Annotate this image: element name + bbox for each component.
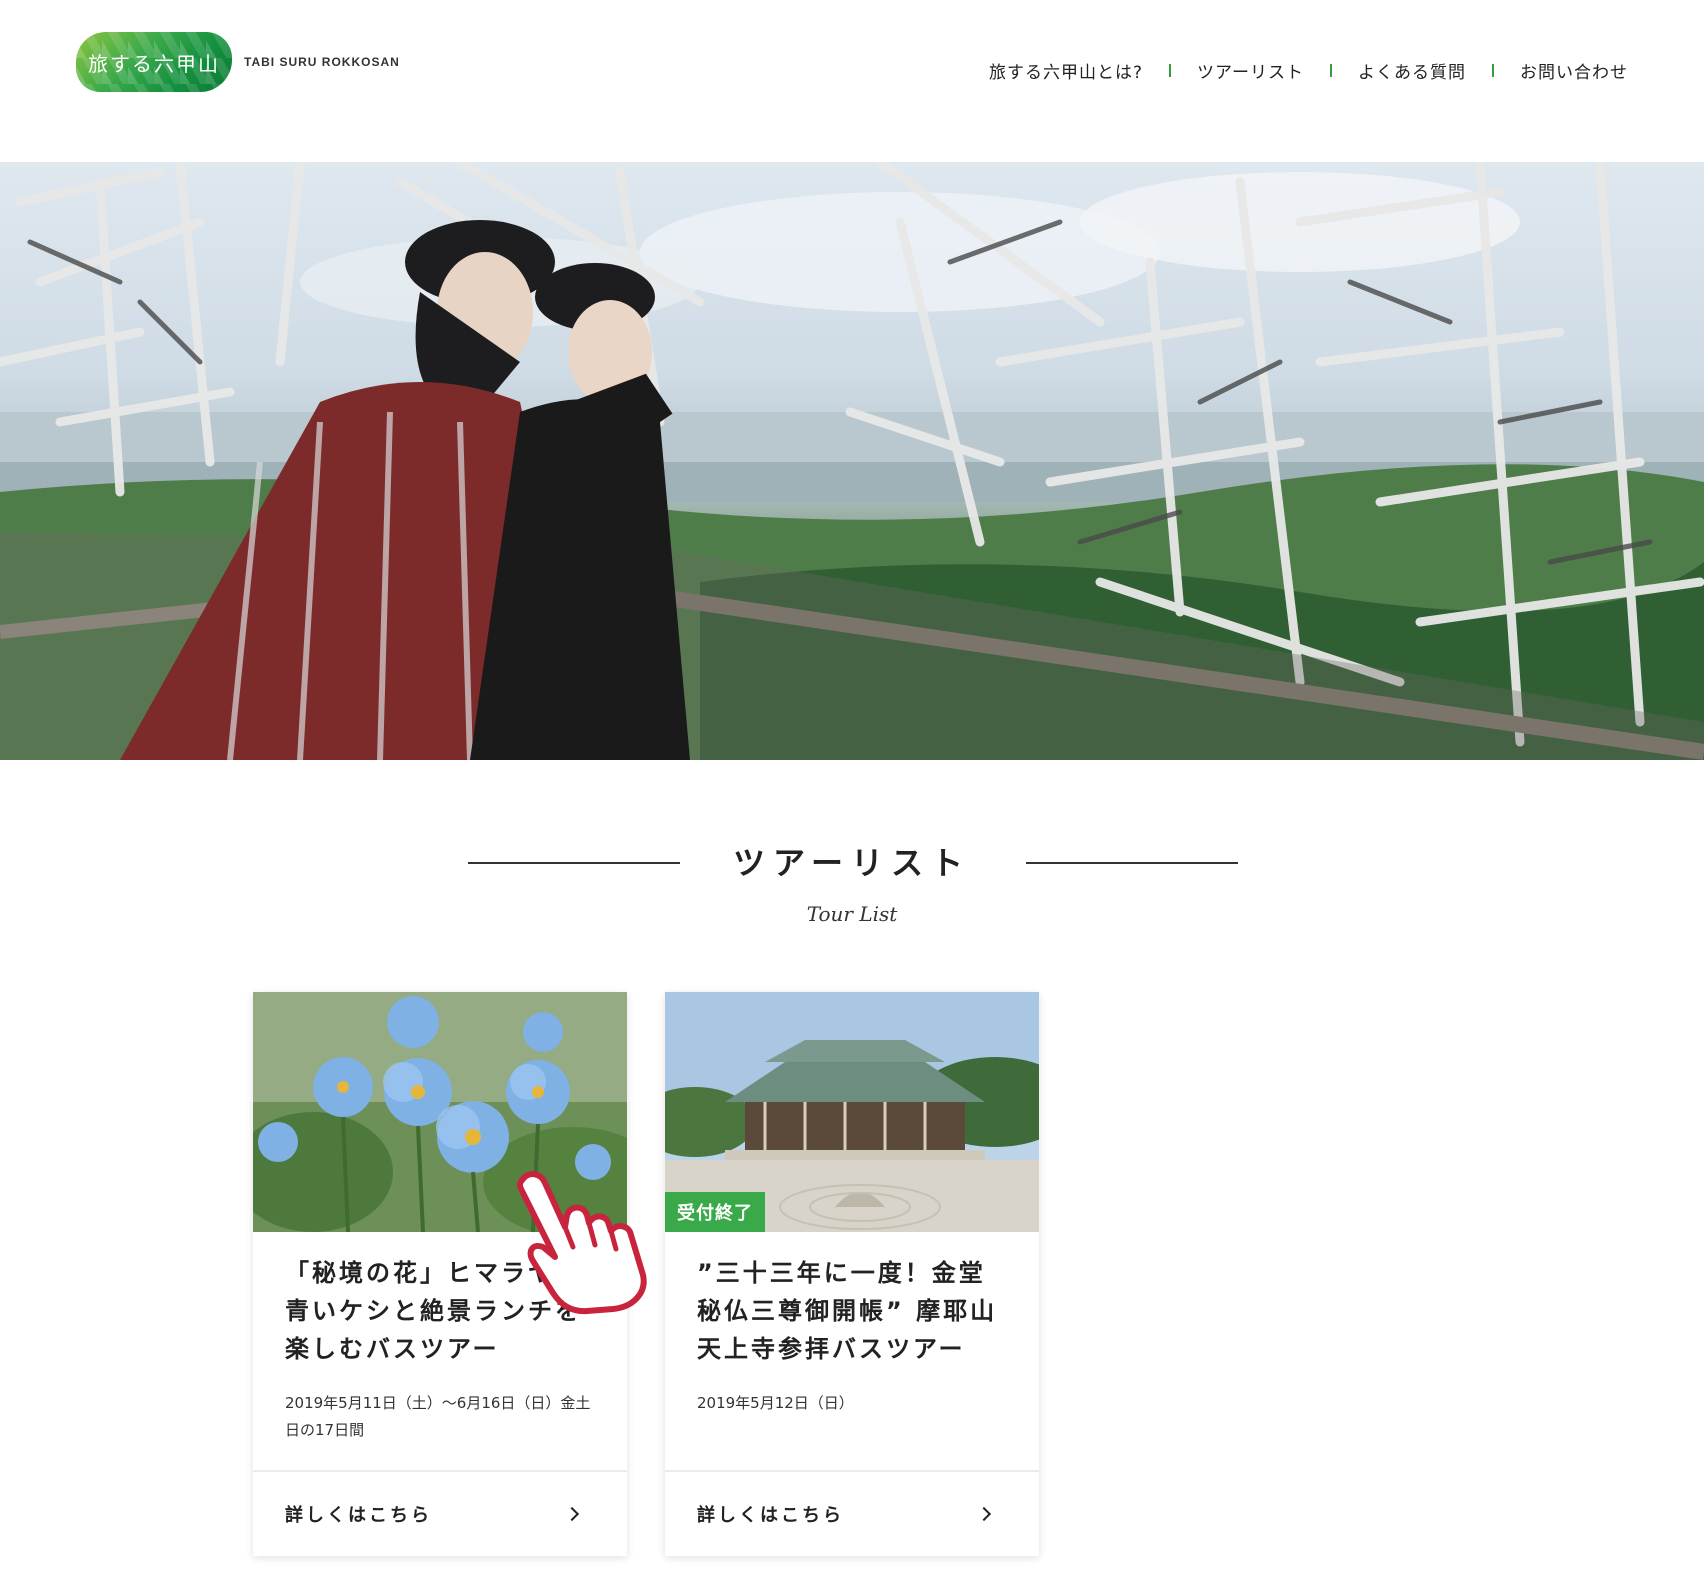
nav-separator	[1330, 64, 1332, 77]
nav-item-about[interactable]: 旅する六甲山とは?	[989, 58, 1143, 83]
details-link[interactable]: 詳しくはこちら	[665, 1470, 1039, 1556]
chevron-right-icon	[564, 1506, 580, 1522]
heading-rule-left	[468, 862, 680, 864]
nav-item-tour-list[interactable]: ツアーリスト	[1197, 58, 1304, 83]
site-logo[interactable]: 旅する六甲山 TABI SURU ROKKOSAN	[76, 32, 400, 92]
details-link-label: 詳しくはこちら	[285, 1505, 432, 1526]
section-title: ツアーリスト	[732, 844, 972, 882]
logo-subtitle: TABI SURU ROKKOSAN	[244, 55, 400, 69]
tour-card-title[interactable]: ”三十三年に一度！金堂秘仏三尊御開帳” 摩耶山天上寺参拝バスツアー	[665, 1232, 1039, 1382]
nav-separator	[1492, 64, 1494, 77]
nav-item-contact[interactable]: お問い合わせ	[1520, 58, 1628, 83]
tour-card-date: 2019年5月11日（土）～6月16日（日）金土日の17日間	[285, 1394, 591, 1439]
nav-item-faq[interactable]: よくある質問	[1358, 58, 1466, 83]
heading-rule-right	[1026, 862, 1238, 864]
logo-badge: 旅する六甲山	[76, 32, 232, 92]
global-nav: 旅する六甲山とは? ツアーリスト よくある質問 お問い合わせ	[989, 58, 1628, 83]
hero-image	[0, 162, 1704, 760]
nav-separator	[1169, 64, 1172, 77]
site-header: 旅する六甲山 TABI SURU ROKKOSAN 旅する六甲山とは? ツアーリ…	[0, 0, 1704, 150]
tour-card-image-temple[interactable]: 受付終了	[665, 992, 1039, 1232]
tour-card[interactable]: 受付終了 ”三十三年に一度！金堂秘仏三尊御開帳” 摩耶山天上寺参拝バスツアー 2…	[665, 992, 1039, 1556]
hero-illustration	[0, 162, 1704, 760]
section-subtitle: Tour List	[806, 902, 898, 926]
logo-text: 旅する六甲山	[88, 51, 220, 76]
status-badge: 受付終了	[665, 1192, 765, 1232]
details-link-label: 詳しくはこちら	[697, 1505, 844, 1526]
tour-list-heading: ツアーリスト Tour List	[0, 838, 1704, 926]
tour-card-date: 2019年5月12日（日）	[697, 1394, 854, 1412]
details-link[interactable]: 詳しくはこちら	[253, 1470, 627, 1556]
pointing-hand-icon	[516, 1171, 647, 1315]
chevron-right-icon	[976, 1506, 992, 1522]
